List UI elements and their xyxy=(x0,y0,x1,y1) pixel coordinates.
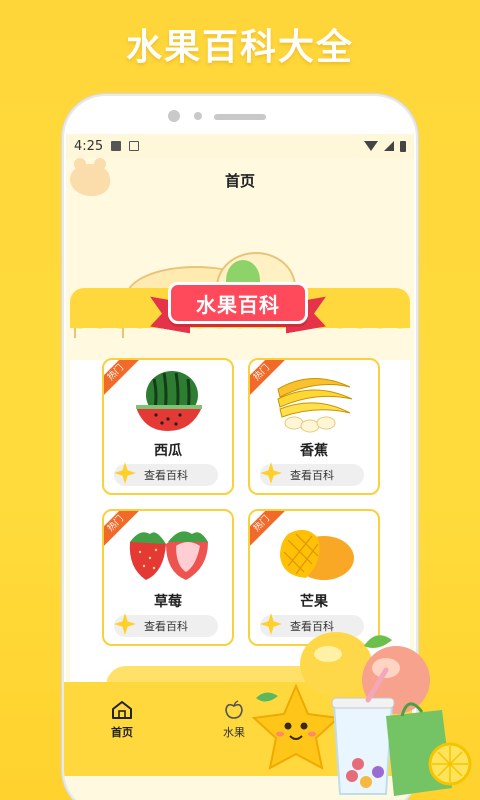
tab-label: 水果 xyxy=(223,726,245,739)
phone-frame: 4:25 首页 水果百科 热门 西瓜 查看百科 热门 香蕉 查看百科 热门 草莓… xyxy=(62,94,418,800)
tab-bar: 首页 水果 xyxy=(64,682,412,776)
page-title: 首页 xyxy=(224,171,255,190)
tab-home[interactable]: 首页 xyxy=(82,700,162,740)
banner-title: 水果百科 xyxy=(196,292,280,317)
tab-label: 首页 xyxy=(111,726,133,739)
fruit-card-strawberry[interactable]: 热门 草莓 查看百科 xyxy=(102,509,234,646)
fruit-name: 草莓 xyxy=(154,594,182,610)
tab-fruit[interactable]: 水果 xyxy=(194,700,274,740)
status-bar: 4:25 xyxy=(66,134,414,158)
sensor-icon xyxy=(194,112,202,120)
fruit-name: 西瓜 xyxy=(154,443,182,459)
camera-icon xyxy=(168,110,180,122)
mango-icon xyxy=(250,519,378,585)
fruit-name: 芒果 xyxy=(300,594,328,610)
wifi-icon xyxy=(364,141,378,151)
section-banner: 水果百科 xyxy=(168,282,308,324)
apple-icon xyxy=(225,700,243,719)
speaker-grille xyxy=(214,114,266,120)
image-notification-icon xyxy=(111,141,122,151)
fruit-name: 香蕉 xyxy=(300,443,328,459)
nav-bar: 首页 xyxy=(66,158,414,202)
signal-icon xyxy=(384,141,394,151)
home-icon xyxy=(112,701,132,719)
fruit-card-watermelon[interactable]: 热门 西瓜 查看百科 xyxy=(102,358,234,495)
watermelon-icon xyxy=(104,368,232,434)
promo-title: 水果百科大全 xyxy=(125,27,354,68)
phone-sensors xyxy=(64,110,416,124)
battery-icon xyxy=(400,140,406,152)
banana-icon xyxy=(250,368,378,434)
fruit-card-banana[interactable]: 热门 香蕉 查看百科 xyxy=(248,358,380,495)
a-notification-icon xyxy=(129,141,140,151)
fruit-card-mango[interactable]: 热门 芒果 查看百科 xyxy=(248,509,380,646)
status-time: 4:25 xyxy=(74,138,104,154)
strawberry-icon xyxy=(104,519,232,585)
decor-cloud-icon xyxy=(70,158,110,196)
